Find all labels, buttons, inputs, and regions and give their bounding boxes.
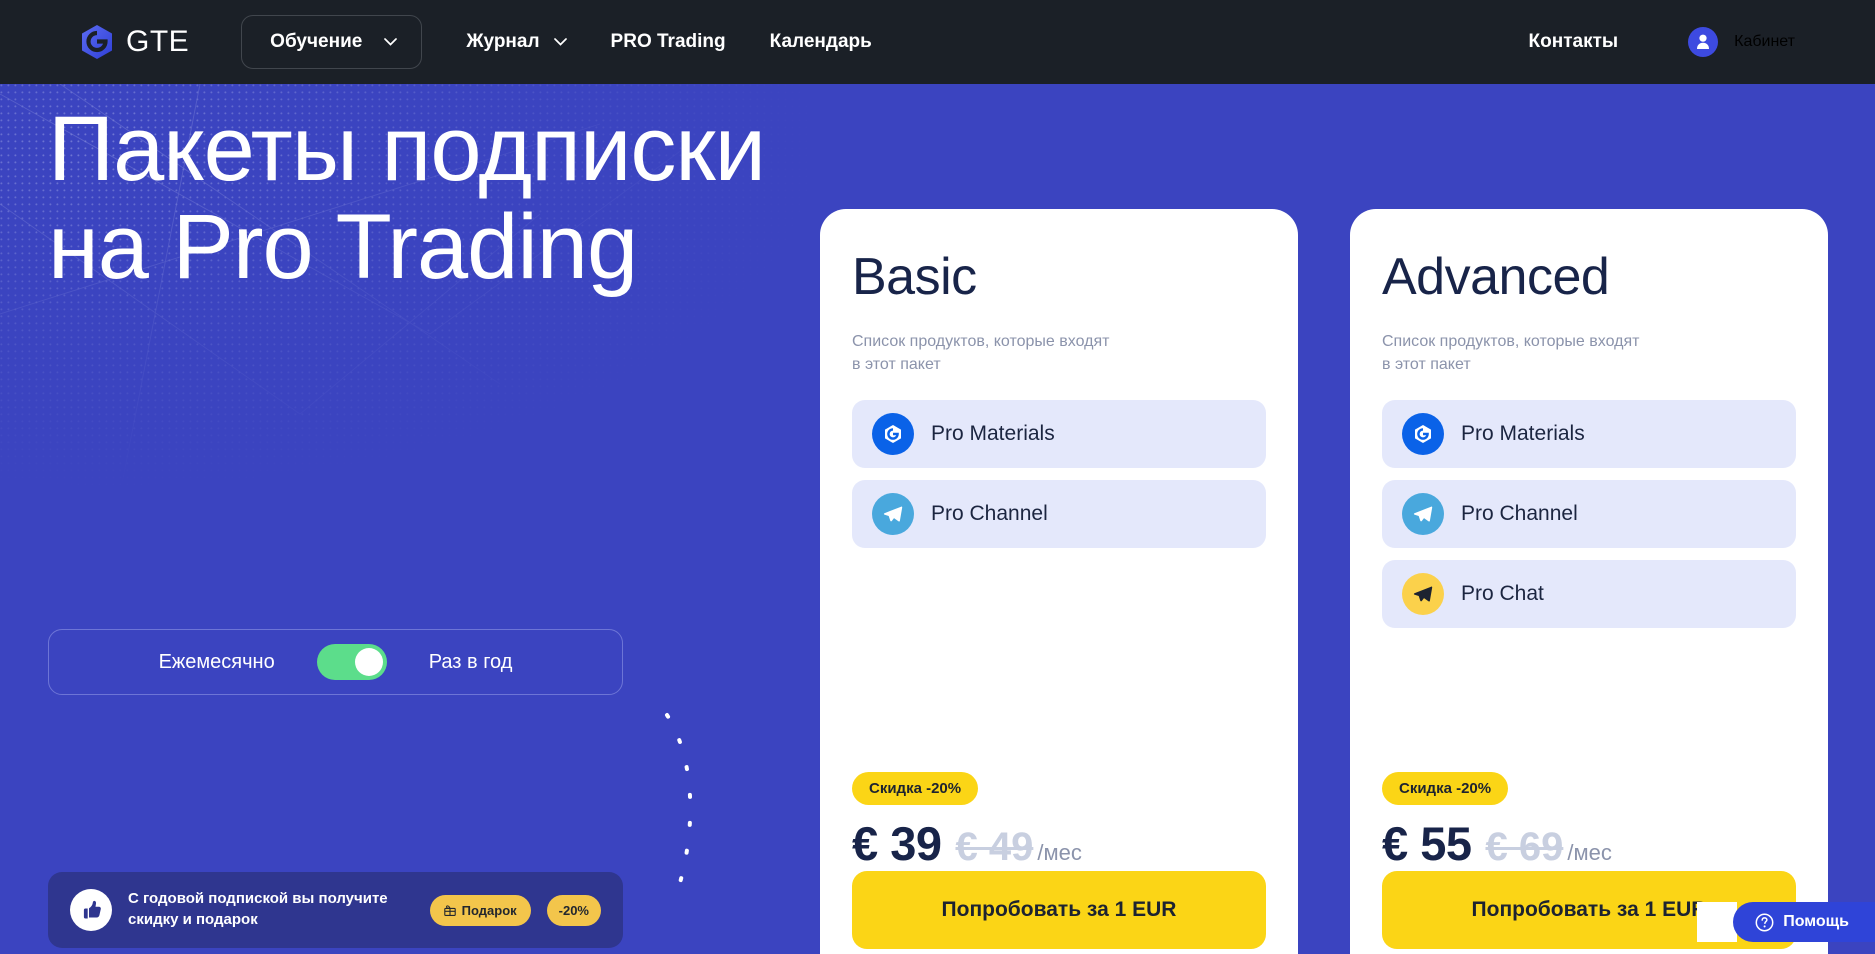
price-row: € 55 € 69 /мес — [1382, 816, 1612, 871]
old-price: € 69 — [1485, 825, 1564, 869]
dashed-arrow-decoration — [665, 713, 693, 895]
discount-badge: Скидка -20% — [1382, 772, 1509, 805]
nav-item-label: PRO Trading — [610, 31, 726, 52]
product-name: Pro Chat — [1461, 582, 1544, 606]
nav-item-kalendar[interactable]: Календарь — [770, 31, 872, 53]
try-for-1-eur-button[interactable]: Попробовать за 1 EUR — [852, 871, 1266, 949]
plan-price-block: Скидка -20% € 39 € 49 /мес — [852, 772, 1082, 871]
product-name: Pro Channel — [1461, 502, 1578, 526]
gift-banner-text: С годовой подпиской вы получите скидку и… — [128, 890, 388, 928]
chevron-down-icon — [553, 38, 567, 46]
gte-badge-icon — [872, 413, 914, 456]
product-row[interactable]: Pro Channel — [1382, 480, 1796, 549]
nav-item-obuchenie[interactable]: Обучение — [241, 15, 423, 69]
nav-right-group: Контакты Кабинет — [1529, 27, 1795, 57]
plan-title: Basic — [852, 248, 977, 306]
main-nav-links: Обучение Журнал PRO Trading Календарь — [241, 15, 872, 69]
gte-logo-icon — [80, 24, 114, 60]
help-widget-backdrop — [1697, 902, 1737, 942]
gift-chip: Подарок — [429, 894, 531, 926]
product-name: Pro Materials — [1461, 422, 1585, 446]
product-row[interactable]: Pro Channel — [852, 480, 1266, 549]
product-row[interactable]: Pro Materials — [852, 400, 1266, 469]
thumbs-up-icon — [70, 889, 112, 931]
pricing-card-basic: Basic Список продуктов, которые входят в… — [820, 209, 1298, 954]
billing-switch[interactable] — [316, 644, 387, 680]
help-widget-button[interactable]: Помощь — [1733, 902, 1875, 942]
nav-item-label: Контакты — [1528, 31, 1619, 52]
billing-period-toggle[interactable]: Ежемесячно Раз в год — [48, 629, 623, 695]
gte-badge-icon — [1402, 413, 1444, 456]
telegram-paper-plane-icon — [1402, 493, 1444, 536]
page-title: Пакеты подписки на Pro Trading — [48, 98, 766, 299]
plan-price-block: Скидка -20% € 55 € 69 /мес — [1382, 772, 1612, 871]
pricing-card-advanced: Advanced Список продуктов, которые входя… — [1350, 209, 1828, 954]
current-price: € 39 — [852, 817, 942, 870]
user-avatar-icon — [1688, 27, 1719, 57]
telegram-paper-plane-icon — [1402, 573, 1444, 616]
product-name: Pro Materials — [931, 422, 1055, 446]
telegram-paper-plane-icon — [872, 493, 914, 536]
product-row[interactable]: Pro Chat — [1382, 560, 1796, 629]
plan-title: Advanced — [1382, 248, 1610, 306]
nav-item-kontakty[interactable]: Контакты — [1529, 31, 1619, 53]
plan-product-list: Pro Materials Pro Channel — [852, 400, 1266, 549]
gift-icon — [443, 904, 456, 916]
nav-item-pro-trading[interactable]: PRO Trading — [611, 31, 726, 53]
discount-badge: Скидка -20% — [852, 772, 979, 805]
nav-item-label: Календарь — [769, 31, 872, 52]
nav-item-label: Журнал — [466, 31, 540, 52]
switch-knob — [354, 648, 383, 676]
account-button[interactable]: Кабинет — [1688, 27, 1795, 57]
plan-product-list: Pro Materials Pro Channel Pro Chat — [1382, 400, 1796, 629]
chevron-down-icon — [384, 38, 398, 46]
nav-item-zhurnal[interactable]: Журнал — [466, 31, 567, 53]
annual-gift-banner: С годовой подпиской вы получите скидку и… — [48, 872, 623, 948]
price-row: € 39 € 49 /мес — [852, 816, 1082, 871]
old-price: € 49 — [955, 825, 1034, 869]
hero-section: Пакеты подписки на Pro Trading Ежемесячн… — [0, 84, 1875, 954]
brand-name: GTE — [126, 25, 190, 58]
current-price: € 55 — [1382, 817, 1472, 870]
gift-chip-label: Подарок — [461, 902, 517, 918]
product-name: Pro Channel — [931, 502, 1048, 526]
plan-subtitle: Список продуктов, которые входят в этот … — [852, 333, 1110, 373]
product-row[interactable]: Pro Materials — [1382, 400, 1796, 469]
help-label: Помощь — [1783, 913, 1849, 930]
nav-item-label: Обучение — [270, 31, 363, 52]
top-navigation-bar: GTE Обучение Журнал PRO Trading Календар… — [0, 0, 1875, 84]
billing-yearly-label: Раз в год — [428, 650, 513, 673]
price-period: /мес — [1567, 840, 1612, 865]
account-label: Кабинет — [1734, 33, 1795, 50]
plan-subtitle: Список продуктов, которые входят в этот … — [1382, 333, 1640, 373]
question-circle-icon — [1755, 913, 1774, 932]
price-period: /мес — [1037, 840, 1082, 865]
brand-logo[interactable]: GTE — [80, 24, 189, 60]
billing-monthly-label: Ежемесячно — [158, 650, 275, 673]
discount-chip: -20% — [546, 894, 601, 926]
